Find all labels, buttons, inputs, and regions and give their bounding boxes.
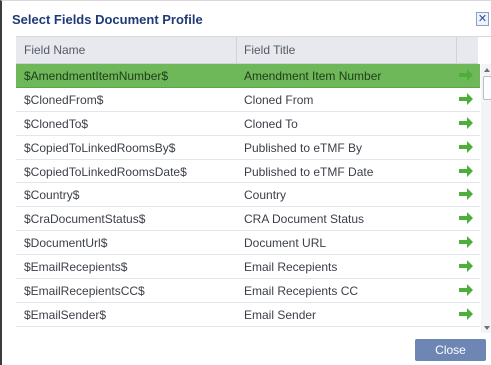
field-name-cell: $EmailRecepients$	[24, 260, 128, 275]
column-divider	[236, 37, 237, 63]
field-title-cell: Published to eTMF By	[244, 140, 363, 155]
field-name-cell: $CopiedToLinkedRoomsDate$	[24, 164, 187, 179]
scroll-up-icon[interactable]	[484, 68, 490, 72]
table-row[interactable]: $CopiedToLinkedRoomsBy$ Published to eTMF…	[16, 136, 480, 160]
table-row[interactable]: $ClonedTo$ Cloned To	[16, 112, 480, 136]
column-header-field-title[interactable]: Field Title	[244, 43, 295, 57]
scrollbar-thumb[interactable]	[483, 76, 491, 100]
field-name-cell: $EmailRecepientsCC$	[24, 284, 145, 299]
close-button[interactable]: Close	[415, 339, 486, 361]
grid-header: Field Name Field Title	[16, 37, 478, 64]
field-title-cell: Cloned To	[244, 116, 298, 131]
table-row[interactable]: $CraDocumentStatus$ CRA Document Status	[16, 207, 480, 232]
table-row[interactable]: $ClonedFrom$ Cloned From	[16, 88, 480, 112]
field-title-cell: Document URL	[244, 236, 327, 251]
table-row[interactable]: $AmendmentItemNumber$ Amendment Item Numb…	[16, 64, 480, 88]
add-field-arrow-icon[interactable]	[458, 307, 474, 321]
field-title-cell: CRA Document Status	[244, 212, 365, 227]
add-field-arrow-icon[interactable]	[458, 283, 474, 297]
grid-rows: $AmendmentItemNumber$ Amendment Item Numb…	[16, 64, 480, 327]
table-row[interactable]: $EmailSender$ Email Sender	[16, 303, 480, 327]
add-field-arrow-icon[interactable]	[458, 92, 474, 106]
field-title-cell: Cloned From	[244, 92, 314, 107]
add-field-arrow-icon[interactable]	[458, 68, 474, 82]
table-row[interactable]: $DocumentUrl$ Document URL	[16, 231, 480, 256]
close-icon[interactable]: ✕	[476, 12, 489, 26]
field-name-cell: $CraDocumentStatus$	[24, 212, 146, 227]
field-name-cell: $CopiedToLinkedRoomsBy$	[24, 140, 176, 155]
field-title-cell: Amendment Item Number	[244, 69, 382, 83]
vertical-scrollbar[interactable]	[481, 64, 491, 333]
select-fields-dialog: Select Fields Document Profile ✕ Field N…	[0, 0, 491, 365]
field-name-cell: $Country$	[24, 188, 80, 203]
scroll-down-icon[interactable]	[484, 326, 490, 330]
column-header-field-name[interactable]: Field Name	[24, 43, 85, 57]
field-title-cell: Country	[244, 188, 287, 203]
field-title-cell: Email Sender	[244, 307, 317, 322]
add-field-arrow-icon[interactable]	[458, 235, 474, 249]
add-field-arrow-icon[interactable]	[458, 259, 474, 273]
add-field-arrow-icon[interactable]	[458, 164, 474, 178]
column-divider	[456, 37, 457, 63]
add-field-arrow-icon[interactable]	[458, 116, 474, 130]
table-row[interactable]: $EmailRecepients$ Email Recepients	[16, 255, 480, 280]
add-field-arrow-icon[interactable]	[458, 211, 474, 225]
dialog-title: Select Fields Document Profile	[12, 12, 203, 27]
field-name-cell: $ClonedFrom$	[24, 92, 104, 107]
table-row[interactable]: $Country$ Country	[16, 183, 480, 208]
table-row[interactable]: $EmailRecepientsCC$ Email Recepients CC	[16, 279, 480, 303]
field-name-cell: $EmailSender$	[24, 307, 107, 322]
table-row[interactable]: $CopiedToLinkedRoomsDate$ Published to eT…	[16, 160, 480, 184]
add-field-arrow-icon[interactable]	[458, 187, 474, 201]
field-name-cell: $AmendmentItemNumber$	[24, 69, 169, 83]
field-title-cell: Published to eTMF Date	[244, 164, 374, 179]
fields-grid: Field Name Field Title $AmendmentItemNum…	[16, 36, 491, 333]
field-title-cell: Email Recepients CC	[244, 284, 359, 299]
field-name-cell: $ClonedTo$	[24, 116, 89, 131]
field-name-cell: $DocumentUrl$	[24, 236, 108, 251]
add-field-arrow-icon[interactable]	[458, 140, 474, 154]
field-title-cell: Email Recepients	[244, 260, 338, 275]
